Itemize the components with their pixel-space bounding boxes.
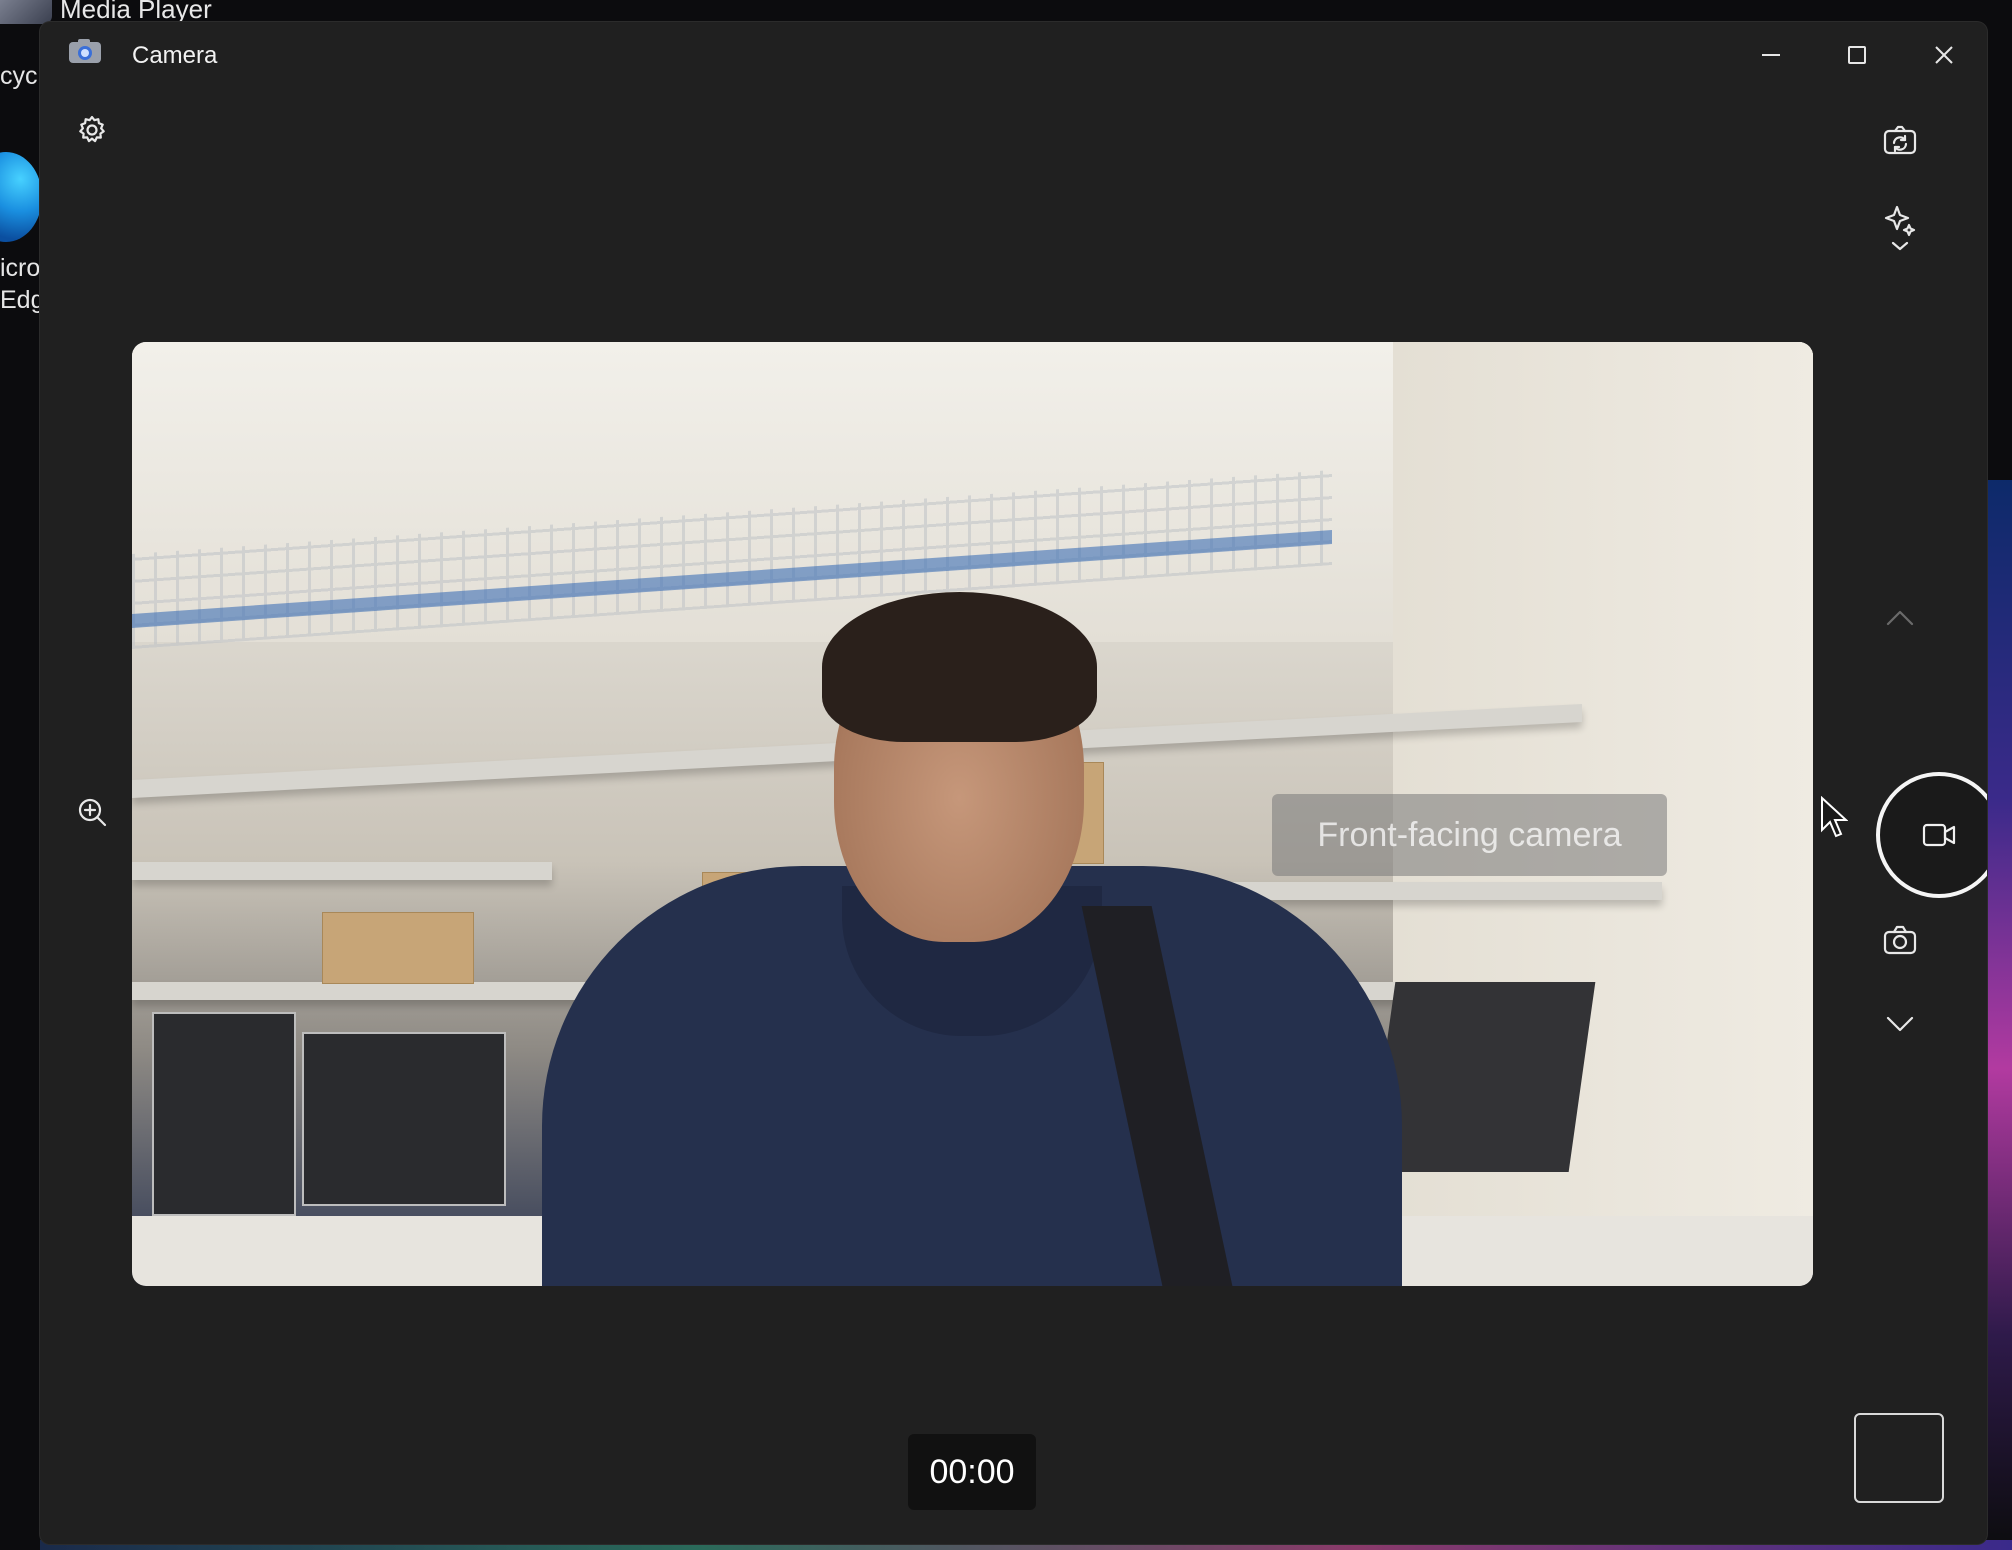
window-title: Camera: [132, 42, 218, 69]
gear-icon: [79, 115, 105, 143]
camera-app-icon: [69, 39, 101, 63]
sparkle-icon: [1884, 205, 1916, 251]
photo-mode-button[interactable]: [1870, 912, 1930, 968]
mode-up-button[interactable]: [1870, 598, 1930, 638]
chevron-up-icon: [1886, 610, 1914, 626]
last-capture-thumbnail[interactable]: [1854, 1413, 1944, 1503]
camera-icon: [1883, 925, 1917, 955]
switch-camera-icon: [1883, 125, 1917, 155]
close-button[interactable]: [1901, 22, 1987, 88]
chevron-down-icon: [1886, 1016, 1914, 1032]
switch-camera-button[interactable]: [1870, 110, 1930, 170]
desktop-icon-label-edge-2[interactable]: Edg: [0, 286, 44, 315]
person-hair: [822, 592, 1097, 742]
maximize-icon: [1848, 46, 1866, 64]
scene-shelf: [132, 862, 552, 880]
recording-timer: 00:00: [908, 1434, 1036, 1510]
mode-down-button[interactable]: [1870, 1004, 1930, 1044]
minimize-button[interactable]: [1728, 22, 1814, 88]
effects-button[interactable]: [1870, 194, 1930, 264]
maximize-button[interactable]: [1814, 22, 1900, 88]
record-video-button[interactable]: [1876, 772, 1987, 898]
mouse-cursor-icon: [1821, 796, 1848, 838]
minimize-icon: [1762, 54, 1780, 56]
edge-logo-icon[interactable]: [0, 152, 42, 242]
zoom-button[interactable]: [64, 784, 120, 840]
scene-computer: [152, 1012, 296, 1216]
camera-name-overlay: Front-facing camera: [1272, 794, 1667, 876]
scene-laptop: [1368, 982, 1596, 1172]
video-icon: [1922, 823, 1956, 847]
close-icon: [1935, 46, 1953, 64]
title-bar[interactable]: Camera: [40, 22, 1987, 88]
desktop-app-icon[interactable]: [0, 0, 52, 24]
camera-window: Camera Front-facing camera 00:00: [40, 22, 1987, 1544]
scene-box: [322, 912, 474, 984]
settings-button[interactable]: [64, 102, 120, 158]
zoom-in-icon: [78, 798, 107, 827]
scene-computer: [302, 1032, 506, 1206]
person: [542, 572, 1402, 1286]
